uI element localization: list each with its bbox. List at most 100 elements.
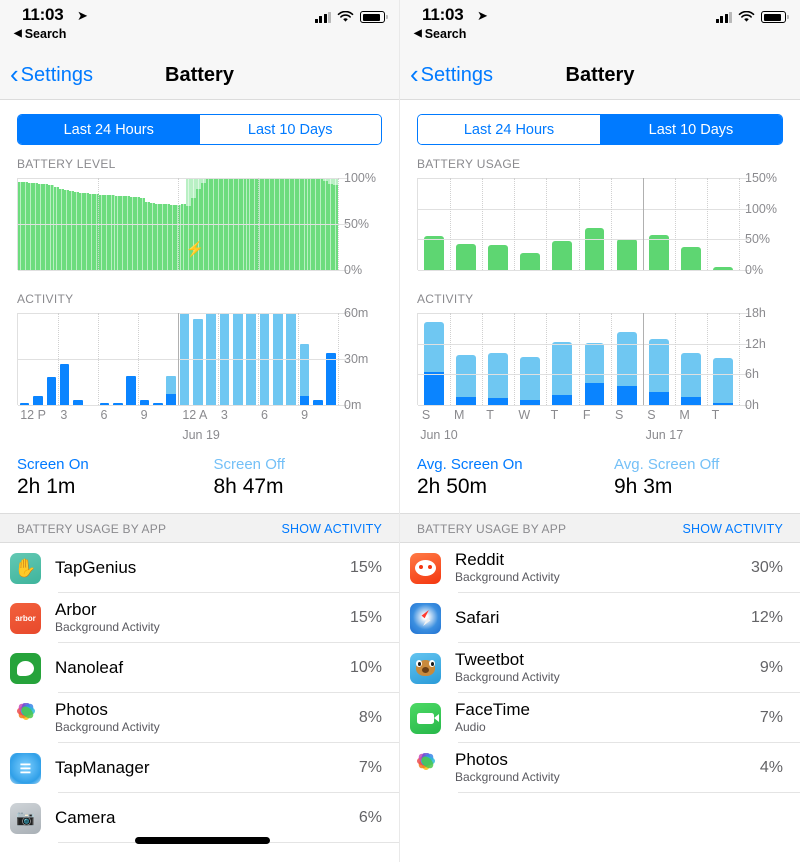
gridline (418, 344, 749, 345)
bar-segment (193, 319, 203, 405)
bar-group (578, 313, 610, 405)
bar-segment (300, 396, 310, 405)
app-name: Tweetbot (455, 650, 760, 670)
gridline-vertical (579, 178, 580, 270)
y-tick-label: 0h (745, 398, 759, 412)
gridline (18, 178, 348, 179)
back-triangle-icon: ◀ (14, 29, 22, 39)
left-show-activity-button[interactable]: SHOW ACTIVITY (281, 522, 382, 536)
gridline-vertical (98, 178, 99, 270)
y-tick-label: 12h (745, 337, 766, 351)
left-app-list-header: BATTERY USAGE BY APP SHOW ACTIVITY (0, 513, 399, 542)
tab-last-10-days[interactable]: Last 10 Days (200, 115, 382, 144)
x-date-label: Jun 17 (646, 428, 684, 442)
back-to-settings-button[interactable]: ‹ Settings (10, 64, 93, 87)
app-usage-row[interactable]: ☰TapManager7% (0, 743, 399, 793)
left-activity-y-axis: 60m30m0m (338, 313, 382, 405)
bar-group (482, 178, 514, 270)
status-back-to-search[interactable]: ◀ Search (414, 27, 466, 41)
app-usage-row[interactable]: 📷Camera6% (0, 793, 399, 843)
status-back-to-search[interactable]: ◀ Search (14, 27, 66, 41)
app-battery-percentage: 7% (359, 759, 382, 777)
app-name: FaceTime (455, 700, 760, 720)
app-name: Nanoleaf (55, 658, 350, 678)
tab-last-24-hours[interactable]: Last 24 Hours (418, 115, 600, 144)
left-activity-xaxis-row: 12 P36912 A369 Jun 19 (17, 405, 382, 446)
gridline-vertical (258, 178, 259, 270)
arbor-icon: arbor (10, 603, 41, 634)
bar-group (450, 178, 482, 270)
nanoleaf-icon (10, 653, 41, 684)
bar-group (611, 178, 643, 270)
x-tick-label: 6 (261, 408, 268, 422)
left-activity-x-sublabels: Jun 19 (17, 428, 338, 446)
app-battery-percentage: 10% (350, 659, 382, 677)
gridline-vertical (258, 313, 259, 405)
right-activity-chart-title: ACTIVITY (417, 292, 783, 306)
app-battery-percentage: 8% (359, 709, 382, 727)
right-show-activity-button[interactable]: SHOW ACTIVITY (682, 522, 783, 536)
app-info: FaceTimeAudio (455, 700, 760, 735)
time-range-segmented-control[interactable]: Last 24 Hours Last 10 Days (17, 114, 382, 145)
x-tick-label: T (551, 408, 559, 422)
gridline (18, 224, 348, 225)
time-range-segmented-control[interactable]: Last 24 Hours Last 10 Days (417, 114, 783, 145)
back-to-settings-button[interactable]: ‹ Settings (410, 64, 493, 87)
right-activity-x-sublabels: Jun 10Jun 17 (417, 428, 739, 446)
status-back-label: Search (25, 27, 67, 41)
app-battery-percentage: 15% (350, 609, 382, 627)
left-activity-chart-title: ACTIVITY (17, 292, 382, 306)
gridline-vertical (546, 178, 547, 270)
app-usage-row[interactable]: FaceTimeAudio7% (400, 693, 800, 743)
back-button-label: Settings (21, 64, 93, 87)
bar-group (450, 313, 482, 405)
bar-group (707, 178, 739, 270)
day-divider-line (178, 313, 179, 405)
left-activity-chart-row: 60m30m0m (17, 313, 382, 405)
right-screen-off-label: Avg. Screen Off (614, 456, 783, 473)
app-usage-row[interactable]: TweetbotBackground Activity9% (400, 643, 800, 693)
wifi-icon (337, 11, 354, 23)
app-usage-row[interactable]: Nanoleaf10% (0, 643, 399, 693)
reddit-icon (410, 553, 441, 584)
app-info: PhotosBackground Activity (55, 700, 359, 735)
tab-last-24-hours[interactable]: Last 24 Hours (18, 115, 200, 144)
cellular-bars-icon (716, 12, 733, 23)
x-tick-label: S (647, 408, 655, 422)
app-usage-row[interactable]: arborArborBackground Activity15% (0, 593, 399, 643)
left-segmented-wrap: Last 24 Hours Last 10 Days (0, 100, 399, 157)
bar-group (514, 313, 546, 405)
status-bar: 11:03 ➤ ◀ Search (400, 0, 800, 52)
gridline-vertical (514, 313, 515, 405)
app-usage-row[interactable]: ✋TapGenius15% (0, 543, 399, 593)
battery-usage-chart-block: BATTERY USAGE 150%100%50%0% (400, 157, 800, 292)
x-tick-label: 9 (301, 408, 308, 422)
app-usage-row[interactable]: PhotosBackground Activity8% (0, 693, 399, 743)
y-tick-label: 50% (344, 217, 369, 231)
x-tick-label: S (615, 408, 623, 422)
navigation-bar: ‹ Settings Battery (0, 52, 399, 100)
battery-level-chart-block: BATTERY LEVEL ⚡ 100%50%0% (0, 157, 399, 292)
tab-last-10-days[interactable]: Last 10 Days (600, 115, 782, 144)
app-usage-row[interactable]: Safari12% (400, 593, 800, 643)
left-screen-on-block: Screen On 2h 1m (17, 456, 200, 499)
back-button-label: Settings (421, 64, 493, 87)
app-info: Camera (55, 808, 359, 828)
app-name: Photos (55, 700, 359, 720)
left-usage-by-app-label: BATTERY USAGE BY APP (17, 522, 166, 536)
app-usage-row[interactable]: PhotosBackground Activity4% (400, 743, 800, 793)
status-time: 11:03 (422, 5, 464, 25)
bar-segment (585, 343, 605, 382)
gridline (418, 178, 749, 179)
right-screen-on-label: Avg. Screen On (417, 456, 600, 473)
bar-segment (126, 376, 136, 405)
bar-segment (33, 396, 43, 405)
battery-level-plot: ⚡ (17, 178, 338, 270)
app-usage-row[interactable]: RedditBackground Activity30% (400, 543, 800, 593)
bar-segment (47, 377, 57, 405)
app-battery-percentage: 30% (751, 559, 783, 577)
charging-bolt-icon: ⚡ (186, 242, 205, 257)
bar-segment (456, 355, 476, 397)
right-screen-off-value: 9h 3m (614, 475, 783, 499)
app-battery-percentage: 7% (760, 709, 783, 727)
